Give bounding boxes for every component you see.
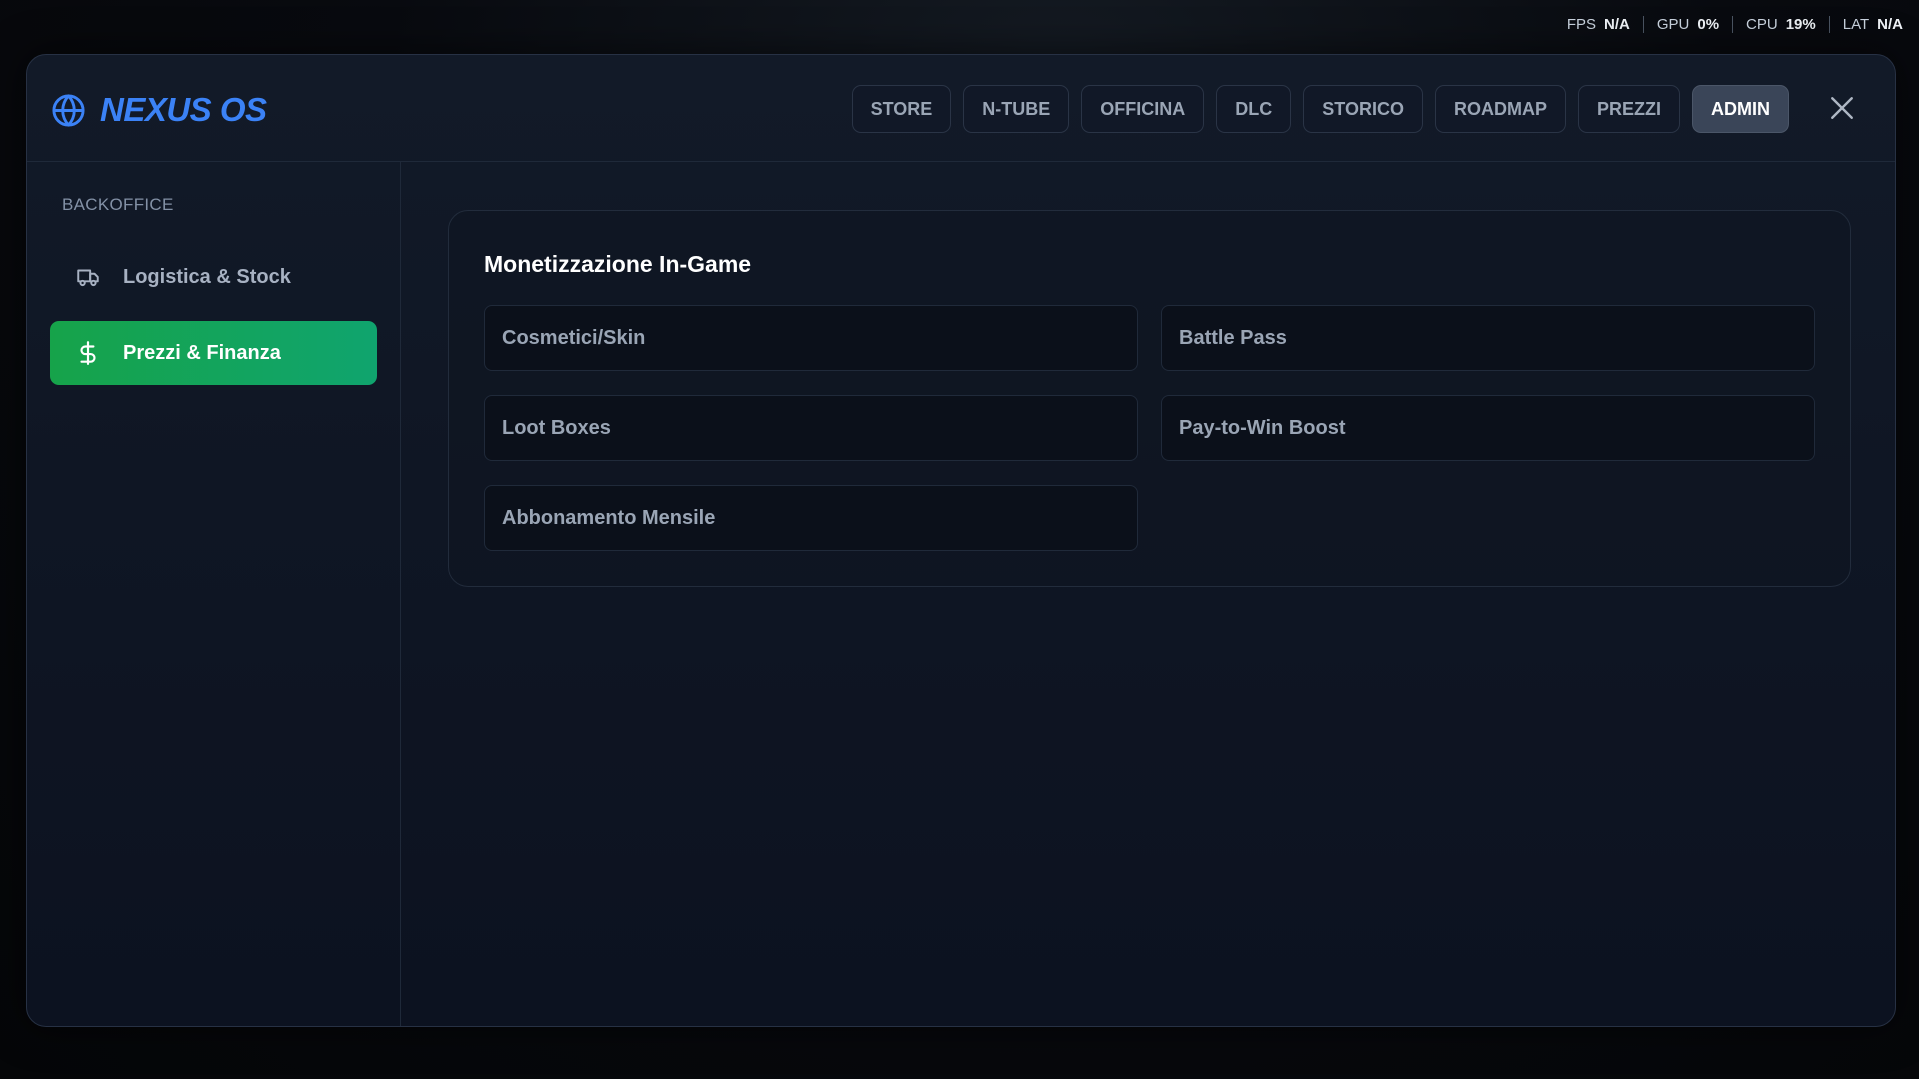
tab-store[interactable]: STORE [851, 85, 952, 133]
tab-officina[interactable]: OFFICINA [1081, 85, 1205, 133]
stat-value: 0% [1697, 16, 1720, 33]
sidebar-item-logistica[interactable]: Logistica & Stock [50, 245, 377, 309]
app-window: NEXUS OS STORE N-TUBE OFFICINA DLC STORI… [26, 54, 1896, 1027]
performance-stats: FPS N/A GPU 0% CPU 19% LAT N/A [1554, 16, 1903, 33]
option-cosmetici-skin[interactable]: Cosmetici/Skin [484, 305, 1138, 371]
tab-storico[interactable]: STORICO [1303, 85, 1423, 133]
sidebar-title: BACKOFFICE [62, 195, 174, 214]
dollar-icon [80, 341, 96, 365]
sidebar-item-prezzi-finanza[interactable]: Prezzi & Finanza [50, 321, 377, 385]
stat-label: GPU [1656, 16, 1690, 33]
stat-value: N/A [1604, 16, 1630, 33]
tab-n-tube[interactable]: N-TUBE [963, 85, 1070, 133]
tab-admin[interactable]: ADMIN [1692, 85, 1789, 133]
option-abbonamento-mensile[interactable]: Abbonamento Mensile [484, 485, 1138, 551]
stat-fps: FPS N/A [1554, 16, 1643, 33]
stat-value: N/A [1877, 16, 1903, 33]
truck-icon [77, 269, 99, 287]
tab-roadmap[interactable]: ROADMAP [1434, 85, 1566, 133]
header: NEXUS OS STORE N-TUBE OFFICINA DLC STORI… [27, 55, 1895, 162]
globe-icon [52, 93, 85, 127]
stat-lat: LAT N/A [1828, 16, 1903, 33]
stat-value: 19% [1785, 16, 1816, 33]
sidebar-item-label: Prezzi & Finanza [123, 341, 281, 364]
stat-label: FPS [1566, 16, 1596, 33]
stat-gpu: GPU 0% [1642, 16, 1732, 33]
tab-prezzi[interactable]: PREZZI [1577, 85, 1680, 133]
section-title: Monetizzazione In-Game [484, 251, 752, 277]
stat-cpu: CPU 19% [1732, 16, 1829, 33]
monetization-card: Monetizzazione In-Game Cosmetici/Skin Ba… [448, 210, 1851, 587]
sidebar: BACKOFFICE Logistica & Stock Prezzi & Fi… [27, 162, 401, 1026]
app-title: NEXUS OS [100, 91, 267, 128]
sidebar-item-label: Logistica & Stock [123, 265, 291, 288]
nav-tabs: STORE N-TUBE OFFICINA DLC STORICO ROADMA… [851, 85, 1789, 133]
stat-label: CPU [1746, 16, 1778, 33]
close-icon[interactable] [1829, 95, 1855, 121]
app-logo: NEXUS OS [51, 91, 267, 129]
option-loot-boxes[interactable]: Loot Boxes [484, 395, 1138, 461]
option-pay-to-win-boost[interactable]: Pay-to-Win Boost [1161, 395, 1815, 461]
option-battle-pass[interactable]: Battle Pass [1161, 305, 1815, 371]
stat-label: LAT [1842, 16, 1870, 33]
tab-dlc[interactable]: DLC [1216, 85, 1292, 133]
